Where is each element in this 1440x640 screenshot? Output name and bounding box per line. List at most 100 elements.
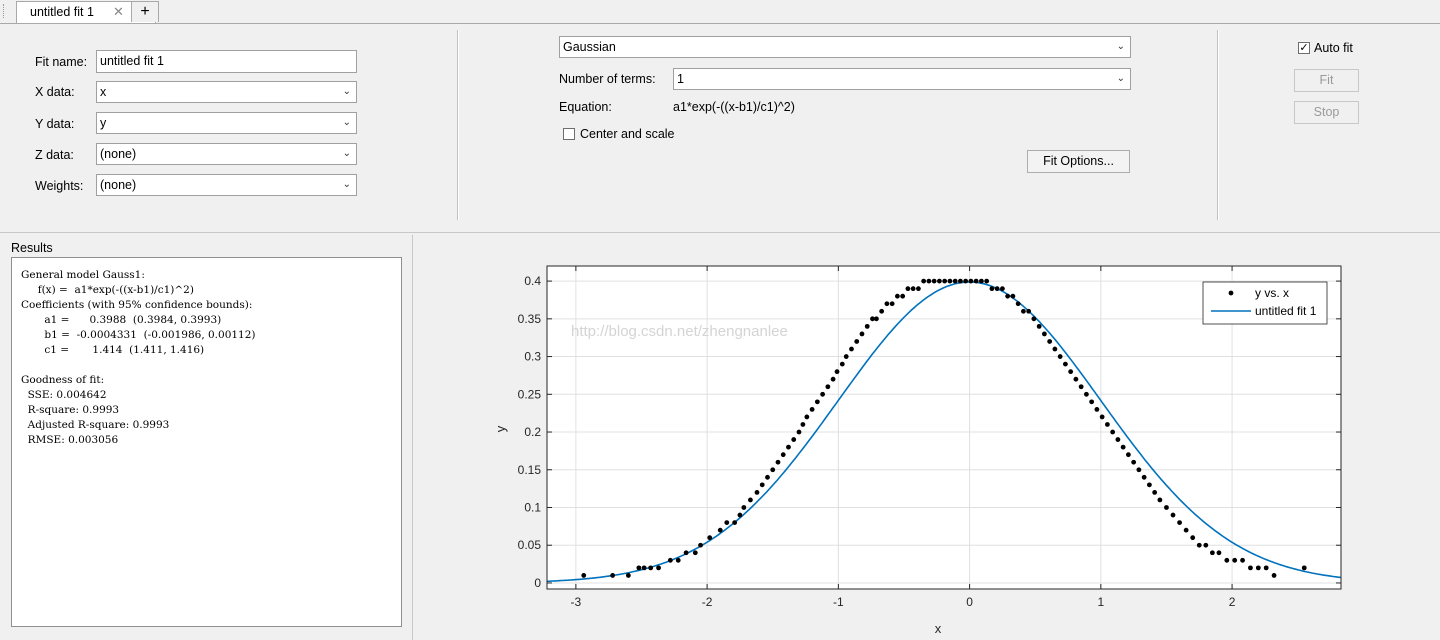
plot-panel: http://blog.csdn.net/zhengnanlee -3 -2 -1 0 1… [412,235,1440,640]
data-point [926,278,932,284]
data-point [625,573,631,578]
data-point [759,482,765,488]
fit-button[interactable]: Fit [1294,69,1359,92]
data-point [814,399,820,405]
data-point [675,557,681,563]
data-point [780,452,786,458]
weights-select[interactable]: (none) ⌄ [96,174,357,196]
data-point [921,278,927,284]
tab-label: untitled fit 1 [30,5,94,19]
data-point [1094,406,1100,412]
data-point [1099,414,1105,420]
data-point [732,520,738,525]
close-icon[interactable]: ✕ [113,4,124,20]
data-point [839,361,845,367]
equation-value: a1*exp(-((x-b1)/c1)^2) [673,100,795,114]
data-point [791,437,797,442]
terms-select[interactable]: 1 ⌄ [673,68,1131,90]
data-point [1240,557,1245,563]
data-point [1000,286,1005,292]
data-point [1141,474,1147,480]
data-point [1255,565,1261,571]
data-point [874,316,879,322]
data-point [820,391,826,397]
data-point [937,278,942,284]
drag-grip[interactable] [3,4,8,18]
fit-type-select[interactable]: Gaussian ⌄ [559,36,1131,58]
fit-settings-panel: Fit name: untitled fit 1 X data: x ⌄ Y d… [0,24,1440,233]
data-point [834,369,840,375]
data-point [916,286,921,292]
data-point [958,278,963,284]
auto-fit-checkbox[interactable]: ✓ [1298,42,1310,54]
data-point [994,286,1000,292]
results-line: Adjusted R-square: 0.9993 [21,419,170,431]
data-point [741,505,747,510]
data-point [648,565,654,571]
data-point [1125,452,1131,458]
results-text: General model Gauss1: f(x) = a1*exp(-((x… [21,268,256,448]
z-data-select[interactable]: (none) ⌄ [96,143,357,165]
results-line: RMSE: 0.003056 [21,434,119,446]
center-scale-label: Center and scale [580,127,675,141]
data-point [910,286,916,292]
results-line: f(x) = a1*exp(-((x-b1)/c1)^2) [21,284,194,296]
data-point [931,278,937,284]
data-point [707,535,713,541]
fit-type-value: Gaussian [563,40,616,54]
data-point [1120,444,1126,450]
y-tick-label: 0.4 [524,274,541,288]
data-point [1164,505,1169,510]
divider [1217,30,1219,220]
legend-marker-points [1228,290,1234,296]
y-data-select[interactable]: y ⌄ [96,112,357,134]
data-point [1196,542,1202,548]
center-scale-checkbox[interactable] [563,128,575,140]
data-point [724,520,730,525]
data-point [1083,391,1089,397]
data-point [905,286,911,292]
fit-plot[interactable]: http://blog.csdn.net/zhengnanlee -3 -2 -1 0 1… [413,235,1439,640]
chevron-down-icon: ⌄ [1116,73,1125,84]
data-point [1047,339,1053,344]
weights-value: (none) [100,178,137,192]
add-tab-button[interactable]: + [131,1,159,22]
stop-button[interactable]: Stop [1294,101,1359,124]
fit-name-input[interactable]: untitled fit 1 [96,50,357,73]
weights-label: Weights: [35,179,84,193]
terms-value: 1 [677,72,684,86]
y-tick-label: 0.1 [524,500,541,514]
x-tick-label: 1 [1097,595,1104,609]
results-line [21,358,256,373]
x-axis-label: x [935,621,942,636]
data-point [765,474,770,480]
x-tick-label: -2 [702,595,713,609]
tab-strip: untitled fit 1 ✕ + [0,0,1440,24]
data-point [968,278,974,284]
legend-label-fit: untitled fit 1 [1255,304,1317,318]
data-point [717,527,723,533]
x-tick-label: -3 [571,595,582,609]
y-data-value: y [100,116,107,130]
data-point [1068,369,1074,375]
chevron-down-icon: ⌄ [342,86,351,97]
legend-label-points: y vs. x [1255,286,1289,300]
results-text-box[interactable]: General model Gauss1: f(x) = a1*exp(-((x… [11,257,402,627]
data-point [581,573,587,578]
data-point [1036,323,1042,329]
chevron-down-icon: ⌄ [342,148,351,159]
y-tick-label: 0.2 [524,425,541,439]
auto-fit-label: Auto fit [1314,41,1353,55]
watermark-text: http://blog.csdn.net/zhengnanlee [571,323,788,340]
data-point [889,301,895,307]
data-point [1031,316,1037,322]
results-title: Results [11,241,53,255]
fit-options-button[interactable]: Fit Options... [1027,150,1130,173]
y-tick-label: 0.3 [524,350,541,364]
data-point [1131,459,1137,465]
data-point [895,293,900,299]
results-line: Coefficients (with 95% confidence bounds… [21,299,253,311]
data-point [942,278,948,284]
x-data-select[interactable]: x ⌄ [96,81,357,103]
data-point [989,286,995,292]
